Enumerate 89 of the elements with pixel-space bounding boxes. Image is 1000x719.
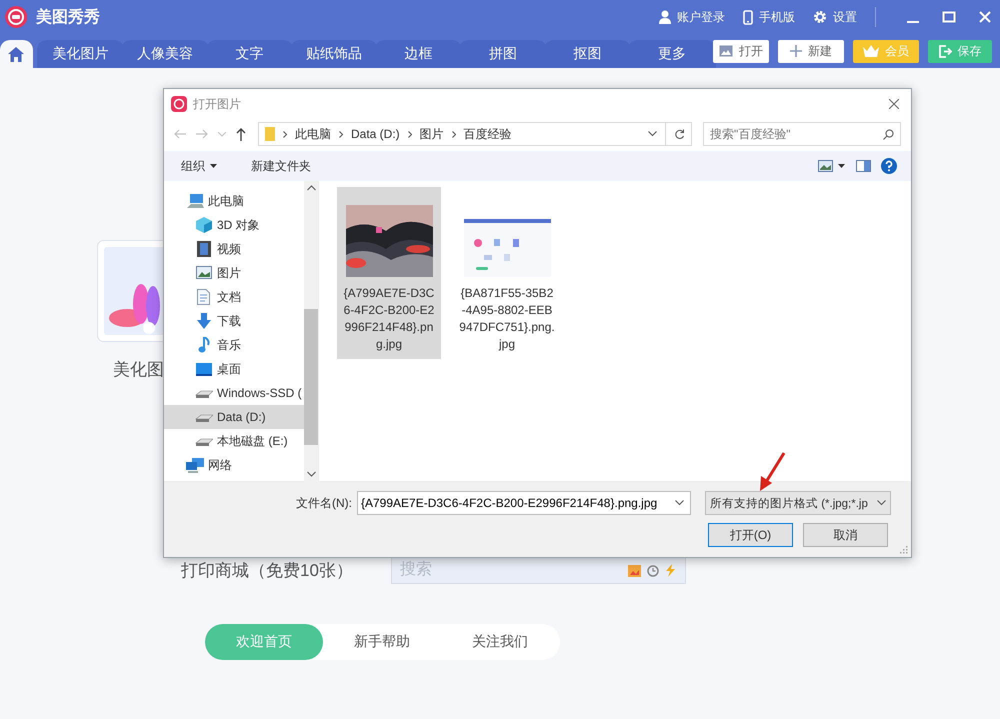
breadcrumb-item[interactable]: 此电脑 bbox=[295, 126, 331, 142]
annotation-arrow bbox=[758, 452, 786, 492]
scroll-up-icon[interactable] bbox=[306, 185, 316, 191]
chevron-down-icon bbox=[877, 500, 886, 506]
menu-tab[interactable]: 边框 bbox=[374, 40, 462, 68]
menu-tab[interactable]: 更多 bbox=[628, 40, 716, 68]
address-bar[interactable]: 此电脑 Data (D:) 图片 百度经验 bbox=[258, 122, 692, 146]
nav-item[interactable]: 视频 bbox=[164, 237, 304, 261]
refresh-icon[interactable] bbox=[674, 128, 685, 140]
menu-tab[interactable]: 人像美容 bbox=[121, 40, 209, 68]
open-button[interactable]: 打开(O) bbox=[708, 523, 793, 547]
up-arrow-icon[interactable] bbox=[236, 128, 246, 140]
scrollbar[interactable] bbox=[304, 181, 318, 481]
header-link[interactable]: 手机版 bbox=[743, 8, 795, 26]
network-icon bbox=[186, 457, 204, 473]
crown-icon bbox=[863, 45, 879, 57]
header-link[interactable]: 账户登录 bbox=[659, 8, 725, 26]
organize-menu[interactable]: 组织 bbox=[181, 158, 217, 174]
maximize-icon[interactable] bbox=[942, 10, 956, 24]
settings-icon bbox=[813, 10, 827, 24]
phone-icon bbox=[743, 10, 753, 24]
menu-tab[interactable]: 文字 bbox=[206, 40, 294, 68]
dialog-title: 打开图片 bbox=[193, 96, 241, 112]
new-folder-button[interactable]: 新建文件夹 bbox=[251, 158, 311, 174]
menu-tab[interactable]: 拼图 bbox=[459, 40, 547, 68]
nav-item[interactable]: 网络 bbox=[164, 453, 304, 477]
search-icon bbox=[883, 128, 894, 140]
download-arrow-icon bbox=[195, 313, 213, 329]
scroll-down-icon[interactable] bbox=[306, 471, 316, 477]
chevron-right-icon[interactable] bbox=[283, 130, 287, 138]
scrollbar-thumb[interactable] bbox=[304, 309, 318, 445]
image-icon bbox=[719, 45, 733, 57]
chevron-down-icon[interactable] bbox=[648, 131, 657, 137]
film-strip-icon bbox=[195, 241, 213, 257]
file-name-label: 文件名(N): bbox=[296, 494, 352, 512]
plus-icon bbox=[790, 45, 802, 57]
image-icon bbox=[195, 265, 213, 281]
breadcrumb-item[interactable]: 图片 bbox=[420, 126, 444, 142]
home-tab[interactable] bbox=[0, 40, 33, 68]
search-field[interactable]: 搜索"百度经验" bbox=[703, 122, 901, 146]
caret-icon bbox=[210, 164, 217, 168]
menu-tab[interactable]: 美化图片 bbox=[36, 40, 124, 68]
nav-item[interactable]: Windows-SSD ( bbox=[164, 381, 304, 405]
export-icon bbox=[938, 44, 952, 58]
menu-tab[interactable]: 抠图 bbox=[544, 40, 632, 68]
bottom-tab[interactable]: 关注我们 bbox=[441, 624, 559, 660]
chevron-down-icon[interactable] bbox=[675, 500, 684, 506]
close-icon[interactable] bbox=[889, 99, 899, 109]
cancel-button[interactable]: 取消 bbox=[803, 523, 888, 547]
app-title: 美图秀秀 bbox=[36, 7, 100, 28]
nav-item[interactable]: 桌面 bbox=[164, 357, 304, 381]
chevron-right-icon[interactable] bbox=[339, 130, 343, 138]
breadcrumb-item[interactable]: Data (D:) bbox=[351, 127, 400, 141]
help-icon[interactable] bbox=[881, 158, 897, 174]
nav-item[interactable]: 文档 bbox=[164, 285, 304, 309]
computer-icon bbox=[186, 193, 204, 209]
menu-tab[interactable]: 贴纸饰品 bbox=[290, 40, 378, 68]
chevron-right-icon[interactable] bbox=[452, 130, 456, 138]
nav-item[interactable]: 下载 bbox=[164, 309, 304, 333]
cube-icon bbox=[195, 217, 213, 233]
header-link[interactable]: 设置 bbox=[813, 8, 857, 26]
nav-item[interactable]: 图片 bbox=[164, 261, 304, 285]
nav-item[interactable]: 本地磁盘 (E:) bbox=[164, 429, 304, 453]
file-item[interactable]: {A799AE7E-D3C6-4F2C-B200-E2996F214F48}.png.jpg bbox=[337, 187, 441, 359]
document-icon bbox=[195, 289, 213, 305]
user-icon bbox=[659, 10, 671, 24]
preview-pane-icon[interactable] bbox=[856, 160, 871, 172]
nav-item[interactable]: 3D 对象 bbox=[164, 213, 304, 237]
nav-item[interactable]: 音乐 bbox=[164, 333, 304, 357]
new-button[interactable]: 新建 bbox=[778, 40, 844, 62]
home-icon bbox=[8, 46, 24, 62]
print-store-link[interactable]: 打印商城（免费10张） bbox=[181, 558, 353, 582]
nav-item[interactable]: 此电脑 bbox=[164, 189, 304, 213]
file-item[interactable]: {BA871F55-35B2-4A95-8802-EEB947DFC751}.png.jpg bbox=[455, 187, 559, 359]
file-type-dropdown[interactable]: 所有支持的图片格式 (*.jpg;*.jp bbox=[705, 491, 891, 515]
open-button[interactable]: 打开 bbox=[713, 40, 769, 62]
app-logo-icon bbox=[4, 5, 28, 29]
chevron-right-icon[interactable] bbox=[408, 130, 412, 138]
breadcrumb-item[interactable]: 百度经验 bbox=[464, 126, 512, 142]
app-logo-icon bbox=[171, 96, 187, 112]
folder-icon bbox=[265, 127, 275, 141]
clock-icon[interactable] bbox=[646, 564, 659, 576]
feature-label: 美化图 bbox=[113, 359, 164, 381]
view-options-icon[interactable] bbox=[818, 160, 846, 172]
resize-grip-icon[interactable] bbox=[900, 546, 908, 554]
nav-item[interactable]: Data (D:) bbox=[164, 405, 304, 429]
bottom-tab[interactable]: 新手帮助 bbox=[323, 624, 441, 660]
monitor-icon bbox=[195, 361, 213, 377]
file-name-field[interactable]: {A799AE7E-D3C6-4F2C-B200-E2996F214F48}.png.jpg bbox=[357, 491, 691, 515]
